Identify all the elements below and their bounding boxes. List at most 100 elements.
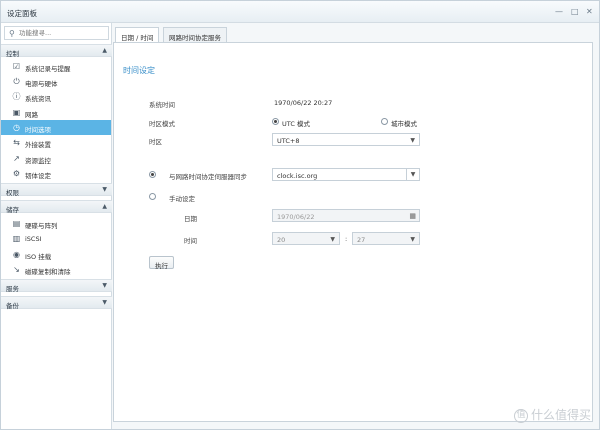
sidebar-item-firmware[interactable]: ⚙ 韧体设定 — [1, 166, 111, 181]
sidebar-item-system-info[interactable]: ⓘ 系统资讯 — [1, 89, 111, 104]
window-title: 设定面板 — [7, 9, 37, 18]
hour-select[interactable]: 20 ▼ — [272, 232, 340, 245]
disc-icon: ◉ — [13, 250, 20, 259]
watermark: 值什么值得买 — [513, 406, 591, 423]
checklist-icon: ☑ — [12, 62, 21, 71]
timezone-value: UTC+8 — [277, 136, 300, 145]
minute-value: 27 — [357, 235, 366, 244]
sidebar-item-time[interactable]: ◷ 时间选项 — [1, 120, 111, 135]
timezone-label: 时区 — [149, 138, 162, 146]
sidebar-item-label: ISO 挂载 — [25, 253, 52, 261]
calendar-icon[interactable]: ▦ — [409, 212, 416, 220]
sidebar-item-label: 电源与硬体 — [25, 80, 58, 88]
sidebar-item-disk-clone[interactable]: ↘ 磁碟复制和清除 — [1, 262, 111, 277]
ntp-server-value: clock.isc.org — [277, 171, 318, 180]
sidebar-item-disks[interactable]: ▤ 硬碟与阵列 — [1, 216, 111, 231]
sidebar-item-label: 系统资讯 — [25, 95, 51, 103]
sidebar-item-label: 磁碟复制和清除 — [25, 268, 71, 276]
tab-bar: 日期 / 时间 网路时间协定服务 — [113, 25, 599, 44]
sidebar-section-label: 权限 — [6, 189, 19, 197]
dropdown-arrow-icon: ▼ — [406, 169, 419, 180]
usb-icon: ⇆ — [13, 138, 20, 147]
sidebar-section-label: 服务 — [6, 285, 19, 293]
hour-value: 20 — [277, 235, 286, 244]
utc-mode-label: UTC 模式 — [282, 120, 310, 128]
dropdown-arrow-icon: ▼ — [410, 235, 415, 243]
timezone-mode-label: 时区模式 — [149, 120, 175, 128]
timezone-select[interactable]: UTC+8 ▼ — [272, 133, 420, 146]
sidebar-item-power[interactable]: ⏻ 电源与硬体 — [1, 74, 111, 89]
sidebar-section-label: 储存 — [6, 206, 19, 214]
time-label: 时间 — [184, 237, 197, 245]
chart-icon: ↗ — [13, 154, 20, 163]
sidebar-item-label: 时间选项 — [25, 126, 51, 134]
sidebar-item-label: 硬碟与阵列 — [25, 222, 58, 230]
sidebar-item-label: 网路 — [25, 111, 38, 119]
sidebar-section-label: 控制 — [6, 50, 19, 58]
collapse-arrow-icon: ▲ — [102, 203, 107, 210]
sidebar-item-iscsi[interactable]: ▥ iSCSI — [1, 231, 111, 246]
tab-ntp-service[interactable]: 网路时间协定服务 — [163, 27, 227, 43]
time-separator: : — [345, 235, 348, 243]
sidebar-item-iso-mount[interactable]: ◉ ISO 挂载 — [1, 247, 111, 262]
watermark-logo-icon: 值 — [513, 408, 528, 423]
expand-arrow-icon: ▼ — [102, 186, 107, 193]
date-value: 1970/06/22 — [277, 212, 315, 221]
sidebar-section-control[interactable]: 控制 ▲ — [1, 44, 112, 58]
gear-icon: ⚙ — [12, 169, 21, 178]
clock-icon: ◷ — [13, 123, 20, 132]
sidebar: ⚲ 控制 ▲ ☑ 系统记录与提醒 ⏻ 电源与硬体 ⓘ 系统资讯 ▣ 网路 ◷ 时… — [1, 23, 112, 429]
minute-select[interactable]: 27 ▼ — [352, 232, 420, 245]
dropdown-arrow-icon: ▼ — [330, 235, 335, 243]
disk-icon: ▤ — [12, 219, 21, 228]
titlebar: 设定面板 — □ ✕ — [1, 1, 599, 23]
search-icon: ⚲ — [9, 29, 15, 38]
sidebar-item-label: iSCSI — [25, 235, 42, 243]
search-box[interactable]: ⚲ — [4, 26, 109, 40]
maximize-button[interactable]: □ — [571, 7, 579, 16]
dropdown-arrow-icon: ▼ — [410, 136, 415, 144]
sidebar-section-backup[interactable]: 备份 ▼ — [1, 296, 112, 310]
section-title: 时间设定 — [123, 66, 155, 75]
main-content: 日期 / 时间 网路时间协定服务 时间设定 系统时间 1970/06/22 20… — [113, 23, 599, 429]
sidebar-section-label: 备份 — [6, 302, 19, 310]
broom-icon: ↘ — [13, 265, 20, 274]
minimize-button[interactable]: — — [555, 7, 563, 16]
sidebar-item-label: 系统记录与提醒 — [25, 65, 71, 73]
manual-set-radio[interactable] — [149, 193, 156, 200]
ntp-sync-label: 与网路时间协定伺服器同步 — [169, 173, 247, 181]
manual-set-label: 手动设定 — [169, 195, 195, 203]
sidebar-item-system-log[interactable]: ☑ 系统记录与提醒 — [1, 59, 111, 74]
apply-button[interactable]: 执行 — [149, 256, 174, 270]
sidebar-section-services[interactable]: 服务 ▼ — [1, 279, 112, 293]
iscsi-icon: ▥ — [12, 234, 21, 243]
settings-panel: 时间设定 系统时间 1970/06/22 20:27 时区模式 UTC 模式 城… — [113, 42, 593, 422]
sidebar-item-network[interactable]: ▣ 网路 — [1, 105, 111, 120]
search-input[interactable] — [19, 28, 105, 38]
sidebar-item-external-devices[interactable]: ⇆ 外接装置 — [1, 135, 111, 150]
network-icon: ▣ — [12, 108, 21, 117]
collapse-arrow-icon: ▲ — [102, 47, 107, 54]
power-icon: ⏻ — [13, 77, 20, 86]
expand-arrow-icon: ▼ — [102, 282, 107, 289]
sidebar-section-storage[interactable]: 储存 ▲ — [1, 200, 112, 214]
date-input[interactable]: 1970/06/22 ▦ — [272, 209, 420, 222]
city-mode-radio[interactable] — [381, 118, 388, 125]
sidebar-item-label: 资源监控 — [25, 157, 51, 165]
settings-window: 设定面板 — □ ✕ ⚲ 控制 ▲ ☑ 系统记录与提醒 ⏻ 电源与硬体 ⓘ 系统… — [0, 0, 600, 430]
date-label: 日期 — [184, 215, 197, 223]
watermark-text: 什么值得买 — [530, 408, 591, 422]
ntp-server-select[interactable]: clock.isc.org ▼ — [272, 168, 420, 181]
close-button[interactable]: ✕ — [586, 7, 593, 16]
system-time-label: 系统时间 — [149, 101, 175, 109]
expand-arrow-icon: ▼ — [102, 299, 107, 306]
city-mode-label: 城市模式 — [391, 120, 417, 128]
sidebar-section-permissions[interactable]: 权限 ▼ — [1, 183, 112, 197]
system-time-value: 1970/06/22 20:27 — [274, 99, 333, 107]
sidebar-item-label: 韧体设定 — [25, 172, 51, 180]
utc-mode-radio[interactable] — [272, 118, 279, 125]
ntp-sync-radio[interactable] — [149, 171, 156, 178]
info-icon: ⓘ — [12, 92, 21, 101]
sidebar-item-resource-monitor[interactable]: ↗ 资源监控 — [1, 151, 111, 166]
sidebar-item-label: 外接装置 — [25, 141, 51, 149]
